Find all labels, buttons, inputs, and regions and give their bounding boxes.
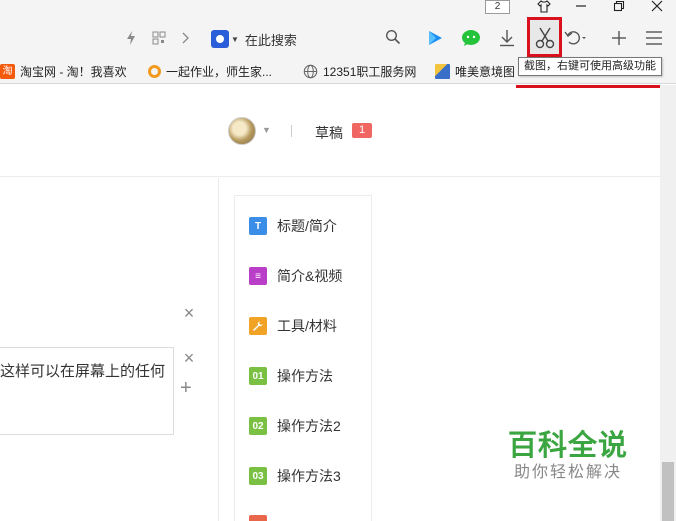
close-window-icon[interactable] bbox=[646, 0, 668, 14]
search-input[interactable]: 在此搜索 bbox=[245, 30, 297, 49]
watermark: 百科全说 助你轻松解决 bbox=[503, 430, 633, 490]
qrcode-icon[interactable] bbox=[147, 26, 171, 50]
step-number-icon: 01 bbox=[249, 367, 267, 385]
lightning-icon[interactable] bbox=[119, 26, 143, 50]
title-icon: T bbox=[249, 217, 267, 235]
outline-item-intro-video[interactable]: ≡ 简介&视频 bbox=[249, 266, 342, 286]
drafts-link[interactable]: 草稿 bbox=[315, 123, 343, 143]
outline-label: 操作方法 bbox=[277, 368, 333, 384]
restore-icon[interactable] bbox=[608, 0, 630, 14]
outline-label: 简介&视频 bbox=[277, 268, 343, 284]
chevron-down-icon[interactable]: ▼ bbox=[262, 125, 271, 135]
outline-label: 操作方法3 bbox=[277, 468, 341, 484]
outline-item-cutoff[interactable] bbox=[249, 514, 277, 521]
list-icon: ≡ bbox=[249, 267, 267, 285]
outline-item-method-3[interactable]: 03 操作方法3 bbox=[249, 466, 341, 486]
wrench-icon bbox=[249, 317, 267, 335]
outline-item-method-1[interactable]: 01 操作方法 bbox=[249, 366, 333, 386]
wechat-icon[interactable] bbox=[459, 26, 483, 50]
bookmark-12351[interactable]: 12351职工服务网 bbox=[303, 63, 416, 79]
step-text-box[interactable]: 这样可以在屏幕上的任何 bbox=[0, 347, 174, 435]
video-play-icon[interactable] bbox=[423, 26, 447, 50]
highlight-underline bbox=[516, 85, 668, 88]
outline-label: 操作方法2 bbox=[277, 418, 341, 434]
undo-icon[interactable] bbox=[564, 26, 588, 50]
outline-item-method-2[interactable]: 02 操作方法2 bbox=[249, 416, 341, 436]
drafts-count-badge: 1 bbox=[352, 123, 372, 138]
outline-item-tools[interactable]: 工具/材料 bbox=[249, 316, 337, 336]
bookmark-label: 淘宝网 - 淘！我喜欢 bbox=[20, 64, 127, 79]
search-box[interactable]: ▼ 在此搜索 bbox=[207, 26, 407, 52]
bookmark-label: 唯美意境图 bbox=[455, 64, 516, 79]
watermark-subtitle: 助你轻松解决 bbox=[513, 464, 622, 481]
outline-label: 工具/材料 bbox=[277, 318, 337, 334]
new-tab-icon[interactable] bbox=[607, 26, 631, 50]
close-icon[interactable]: × bbox=[181, 349, 197, 367]
browser-toolbar: ▼ 在此搜索 bbox=[0, 18, 676, 58]
yiqi-icon bbox=[148, 64, 161, 78]
outline-item-title[interactable]: T 标题/简介 bbox=[249, 216, 337, 236]
step-text[interactable]: 这样可以在屏幕上的任何 bbox=[0, 360, 165, 381]
avatar[interactable] bbox=[228, 117, 256, 145]
header-divider bbox=[291, 125, 292, 137]
window-count-badge[interactable]: 2 bbox=[485, 0, 510, 14]
title-bar: 2 bbox=[0, 0, 676, 18]
bookmark-label: 12351职工服务网 bbox=[323, 64, 417, 79]
baidu-paw-icon[interactable] bbox=[211, 30, 229, 48]
add-step-icon[interactable]: + bbox=[180, 378, 192, 398]
page-header: ▼ 草稿 1 bbox=[0, 85, 660, 177]
outline-nav: T 标题/简介 ≡ 简介&视频 工具/材料 01 操作方法 02 操作方法2 0… bbox=[234, 195, 372, 521]
chevron-down-icon[interactable]: ▼ bbox=[231, 35, 239, 44]
page-scrollbar[interactable] bbox=[660, 85, 676, 521]
bookmark-label: 一起作业，师生家... bbox=[166, 64, 273, 79]
globe-icon bbox=[303, 64, 318, 79]
scrollbar-thumb[interactable] bbox=[662, 462, 674, 521]
bookmark-weimei[interactable]: 唯美意境图 bbox=[435, 63, 515, 79]
chevron-right-icon[interactable] bbox=[173, 26, 197, 50]
outline-label: 标题/简介 bbox=[277, 218, 337, 234]
shirt-icon[interactable] bbox=[533, 0, 555, 14]
taobao-icon: 淘 bbox=[0, 63, 15, 79]
screenshot-tooltip: 截图，右键可使用高级功能 bbox=[518, 57, 662, 76]
bookmark-yiqi[interactable]: 一起作业，师生家... bbox=[148, 63, 272, 79]
minimize-icon[interactable] bbox=[570, 0, 592, 14]
scissors-icon bbox=[535, 27, 555, 49]
download-icon[interactable] bbox=[495, 26, 519, 50]
section-icon bbox=[249, 515, 267, 521]
screenshot-button[interactable] bbox=[527, 17, 562, 57]
menu-icon[interactable] bbox=[642, 26, 666, 50]
close-icon[interactable]: × bbox=[181, 304, 197, 322]
bookmark-taobao[interactable]: 淘 淘宝网 - 淘！我喜欢 bbox=[0, 63, 127, 79]
search-icon[interactable] bbox=[385, 29, 401, 48]
step-number-icon: 03 bbox=[249, 467, 267, 485]
image-icon bbox=[435, 63, 450, 79]
watermark-title: 百科全说 bbox=[507, 430, 628, 462]
step-number-icon: 02 bbox=[249, 417, 267, 435]
